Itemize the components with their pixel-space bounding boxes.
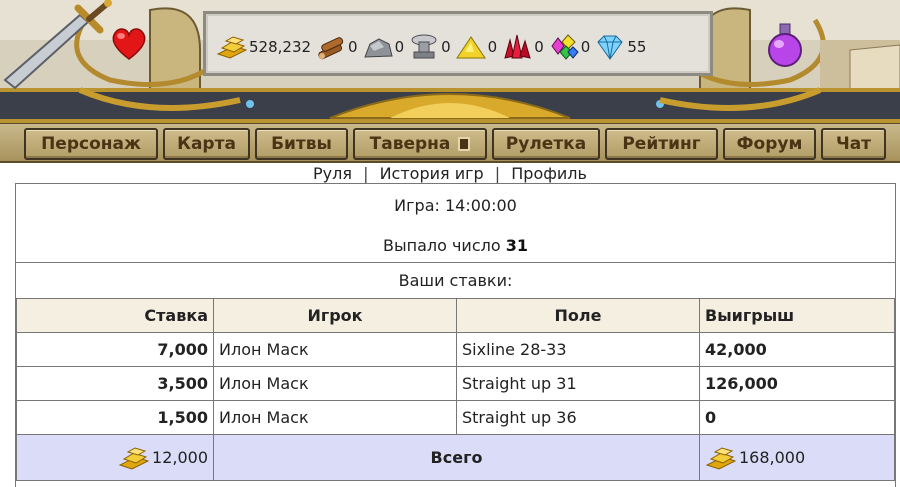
game-time: Игра: 14:00:00 (394, 196, 517, 215)
resource-gold[interactable]: 528,232 (216, 32, 313, 62)
link-separator: | (363, 164, 369, 183)
resource-gems[interactable]: 0 (548, 32, 593, 62)
nav-tavern-button[interactable]: Таверна (353, 128, 487, 160)
win-amount: 126,000 (699, 366, 895, 401)
resource-panel: 528,232 0 0 0 0 0 0 55 (203, 11, 713, 76)
gold-bars-icon (118, 446, 150, 470)
resource-sulfur-value: 0 (487, 38, 498, 56)
bets-table: Ставка Игрок Поле Выигрыш 7,000 Илон Мас… (16, 298, 895, 481)
diamond-icon (597, 35, 623, 60)
bet-field: Straight up 36 (456, 400, 700, 435)
divider (16, 262, 895, 263)
gold-ornament-band (0, 87, 900, 123)
resource-gold-value: 528,232 (249, 38, 312, 56)
spin-link[interactable]: Руля (313, 164, 352, 183)
table-header-row: Ставка Игрок Поле Выигрыш (16, 298, 895, 333)
resource-stone[interactable]: 0 (362, 32, 407, 62)
nav-character-button[interactable]: Персонаж (24, 128, 158, 160)
game-header: 528,232 0 0 0 0 0 0 55 (0, 0, 900, 123)
roulette-sublinks: Руля | История игр | Профиль (0, 163, 900, 185)
col-player-header: Игрок (213, 298, 457, 333)
resource-wood[interactable]: 0 (315, 32, 360, 62)
sword-icon (3, 0, 112, 90)
result-number: 31 (505, 236, 528, 255)
win-amount: 0 (699, 400, 895, 435)
bet-amount: 1,500 (16, 400, 214, 435)
red-crystal-icon (504, 34, 531, 59)
total-bet-value: 12,000 (152, 448, 208, 467)
resource-iron-value: 0 (441, 38, 451, 56)
heart-icon[interactable] (109, 23, 149, 63)
result-label: Выпало число (383, 236, 501, 255)
game-history-link[interactable]: История игр (380, 164, 484, 183)
sulfur-pile-icon (455, 36, 486, 59)
result-line: Выпало число 31 (16, 236, 895, 255)
game-result-box: Игра: 14:00:00 Выпало число 31 Ваши став… (15, 183, 896, 487)
bet-field: Sixline 28-33 (456, 332, 700, 367)
iron-anvil-icon (411, 34, 437, 59)
your-bets-label: Ваши ставки: (398, 271, 513, 290)
resource-iron[interactable]: 0 (408, 32, 453, 62)
resource-stone-value: 0 (394, 38, 405, 56)
gems-icon (551, 34, 579, 60)
table-row: 1,500 Илон Маск Straight up 36 0 (16, 400, 895, 435)
resource-gems-value: 0 (580, 38, 591, 56)
player-name[interactable]: Илон Маск (213, 332, 457, 367)
dice-icon (458, 137, 471, 151)
win-amount: 42,000 (699, 332, 895, 367)
nav-tavern-label: Таверна (369, 134, 451, 154)
nav-rating-button[interactable]: Рейтинг (605, 128, 718, 160)
total-win-cell: 168,000 (699, 434, 895, 481)
profile-link[interactable]: Профиль (511, 164, 587, 183)
main-nav: Персонаж Карта Битвы Таверна Рулетка Рей… (0, 123, 900, 163)
total-bet-cell: 12,000 (16, 434, 214, 481)
table-row: 7,000 Илон Маск Sixline 28-33 42,000 (16, 332, 895, 367)
col-field-header: Поле (456, 298, 700, 333)
nav-forum-button[interactable]: Форум (723, 128, 816, 160)
wood-logs-icon (318, 37, 344, 60)
nav-battles-button[interactable]: Битвы (255, 128, 348, 160)
bet-amount: 3,500 (16, 366, 214, 401)
total-label: Всего (213, 434, 700, 481)
nav-roulette-button[interactable]: Рулетка (492, 128, 600, 160)
gold-bars-icon (705, 446, 737, 470)
resource-crystal-value: 0 (534, 38, 544, 56)
col-win-header: Выигрыш (699, 298, 895, 333)
nav-chat-button[interactable]: Чат (821, 128, 886, 160)
table-row: 3,500 Илон Маск Straight up 31 126,000 (16, 366, 895, 401)
player-name[interactable]: Илон Маск (213, 366, 457, 401)
stone-icon (363, 38, 393, 58)
resource-diamond-value: 55 (627, 38, 647, 56)
resource-sulfur[interactable]: 0 (455, 32, 500, 62)
gold-bars-icon (216, 36, 248, 59)
link-separator: | (494, 164, 501, 183)
resource-wood-value: 0 (348, 38, 358, 56)
player-name[interactable]: Илон Маск (213, 400, 457, 435)
resource-crystal[interactable]: 0 (501, 32, 546, 62)
bet-field: Straight up 31 (456, 366, 700, 401)
total-row: 12,000 Всего 168,000 (16, 434, 895, 481)
resource-diamond[interactable]: 55 (594, 32, 648, 62)
total-win-value: 168,000 (739, 448, 806, 467)
mana-potion-icon[interactable] (764, 22, 806, 68)
col-bet-header: Ставка (16, 298, 214, 333)
nav-map-button[interactable]: Карта (163, 128, 250, 160)
bet-amount: 7,000 (16, 332, 214, 367)
